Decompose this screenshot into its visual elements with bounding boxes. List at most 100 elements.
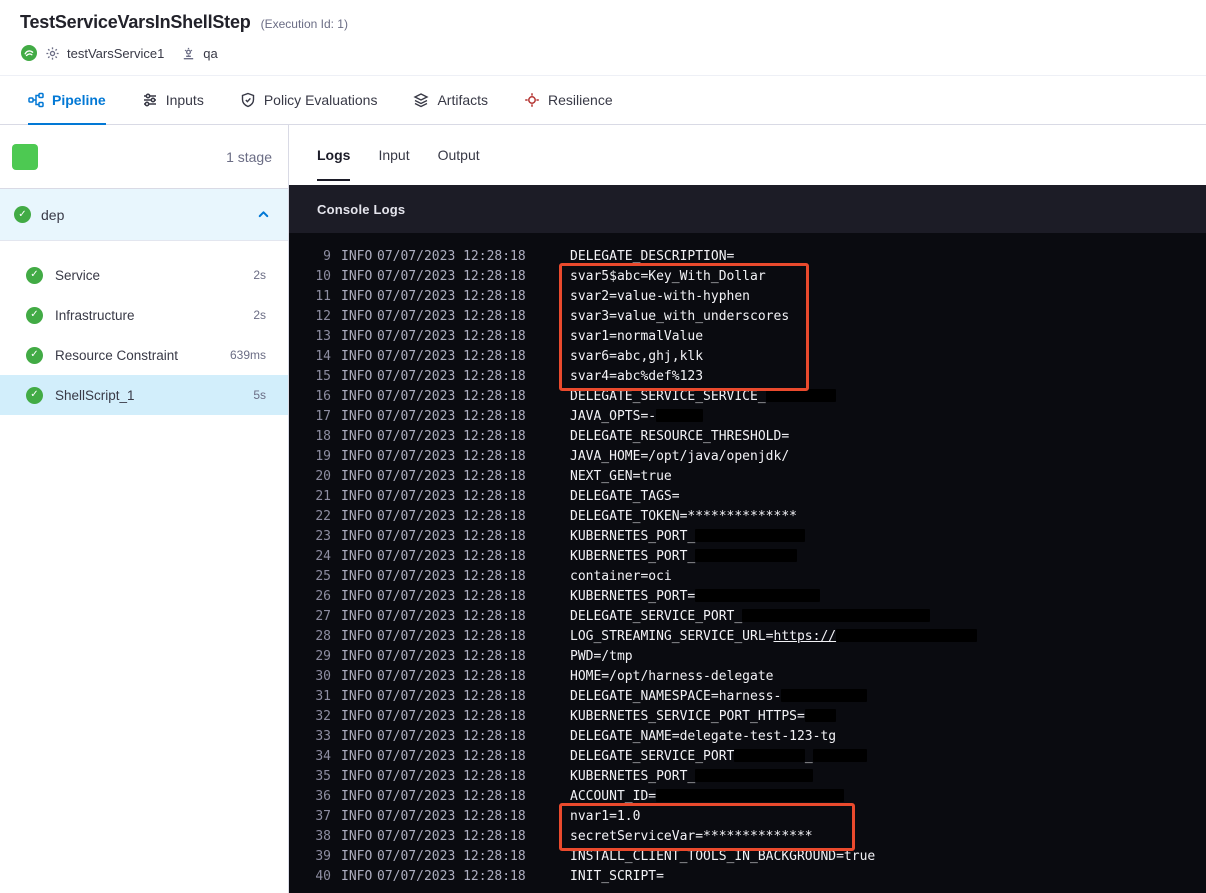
log-timestamp: 07/07/2023 12:28:18: [377, 749, 526, 764]
chevron-up-icon[interactable]: [257, 208, 270, 221]
environment-name[interactable]: qa: [203, 46, 217, 61]
line-number: 15: [315, 369, 331, 384]
log-level: INFO: [341, 269, 373, 284]
log-level: INFO: [341, 829, 373, 844]
log-level: INFO: [341, 549, 373, 564]
console: Console Logs 9 INFO 07/07/2023 12:28:18 DEL…: [289, 185, 1206, 893]
log-timestamp: 07/07/2023 12:28:18: [377, 409, 526, 424]
log-message: DELEGATE_SERVICE_PORT_: [570, 607, 931, 627]
console-log-body[interactable]: 9 INFO 07/07/2023 12:28:18 DELEGATE_DESCRIP…: [289, 233, 1206, 893]
log-line-39: 39 INFO 07/07/2023 12:28:18 INSTALL_CLIENT_…: [309, 847, 1206, 867]
log-message: PWD=/tmp: [570, 649, 633, 664]
line-number: 24: [315, 549, 331, 564]
log-message: KUBERNETES_PORT_: [570, 767, 813, 787]
stage-group-name: dep: [41, 206, 65, 223]
log-line-35: 35 INFO 07/07/2023 12:28:18 KUBERNETES_PORT…: [309, 767, 1206, 787]
log-line-32: 32 INFO 07/07/2023 12:28:18 KUBERNETES_SERV…: [309, 707, 1206, 727]
tab-policy-evaluations[interactable]: Policy Evaluations: [240, 76, 377, 124]
execution-nav-tabs: Pipeline Inputs Policy Evaluations Artif…: [0, 76, 1206, 125]
log-line-25: 25 INFO 07/07/2023 12:28:18 container=oci: [309, 567, 1206, 587]
log-timestamp: 07/07/2023 12:28:18: [377, 589, 526, 604]
sliders-icon: [142, 92, 158, 108]
tab-pipeline-label: Pipeline: [52, 92, 106, 108]
log-timestamp: 07/07/2023 12:28:18: [377, 509, 526, 524]
log-message: secretServiceVar=**************: [570, 829, 813, 844]
layers-icon: [413, 92, 430, 108]
log-level: INFO: [341, 309, 373, 324]
tab-resilience[interactable]: Resilience: [524, 76, 613, 124]
redacted-text: [656, 409, 704, 422]
line-number: 18: [315, 429, 331, 444]
log-link[interactable]: https://: [774, 629, 837, 644]
line-number: 11: [315, 289, 331, 304]
execution-id: (Execution Id: 1): [260, 17, 348, 31]
tab-artifacts[interactable]: Artifacts: [413, 76, 488, 124]
log-line-18: 18 INFO 07/07/2023 12:28:18 DELEGATE_RESOUR…: [309, 427, 1206, 447]
log-timestamp: 07/07/2023 12:28:18: [377, 249, 526, 264]
line-number: 16: [315, 389, 331, 404]
service-name[interactable]: testVarsService1: [67, 46, 164, 61]
log-level: INFO: [341, 749, 373, 764]
tab-pipeline[interactable]: Pipeline: [28, 76, 106, 125]
log-level: INFO: [341, 669, 373, 684]
redacted-text: [812, 749, 868, 762]
log-line-33: 33 INFO 07/07/2023 12:28:18 DELEGATE_NAME=d…: [309, 727, 1206, 747]
step-infrastructure[interactable]: ✓ Infrastructure 2s: [0, 295, 288, 335]
log-timestamp: 07/07/2023 12:28:18: [377, 869, 526, 884]
log-message: HOME=/opt/harness-delegate: [570, 669, 774, 684]
tab-inputs[interactable]: Inputs: [142, 76, 204, 124]
line-number: 29: [315, 649, 331, 664]
redacted-text: [742, 609, 931, 622]
log-message: svar1=normalValue: [570, 329, 704, 344]
log-line-30: 30 INFO 07/07/2023 12:28:18 HOME=/opt/harne…: [309, 667, 1206, 687]
stage-status-square[interactable]: [12, 143, 38, 170]
step-service[interactable]: ✓ Service 2s: [0, 255, 288, 295]
stage-count-label: 1 stage: [226, 148, 272, 165]
log-timestamp: 07/07/2023 12:28:18: [377, 669, 526, 684]
line-number: 23: [315, 529, 331, 544]
page-title: TestServiceVarsInShellStep: [20, 12, 251, 32]
log-tab-input[interactable]: Input: [378, 125, 409, 185]
stage-group-dep[interactable]: ✓ dep: [0, 189, 288, 241]
step-detail-tabs: Logs Input Output: [289, 125, 1206, 185]
log-message: INSTALL_CLIENT_TOOLS_IN_BACKGROUND=true: [570, 849, 876, 864]
log-timestamp: 07/07/2023 12:28:18: [377, 829, 526, 844]
log-tab-output[interactable]: Output: [438, 125, 480, 185]
log-timestamp: 07/07/2023 12:28:18: [377, 809, 526, 824]
redacted-text: [695, 589, 821, 602]
log-message: svar4=abc%def%123: [570, 369, 704, 384]
log-timestamp: 07/07/2023 12:28:18: [377, 369, 526, 384]
log-level: INFO: [341, 629, 373, 644]
redacted-text: [695, 769, 813, 782]
line-number: 34: [315, 749, 331, 764]
log-level: INFO: [341, 529, 373, 544]
log-level: INFO: [341, 849, 373, 864]
execution-sidebar: 1 stage ✓ dep ✓ Service 2s ✓ Infrastructure 2…: [0, 125, 289, 893]
step-resource-constraint[interactable]: ✓ Resource Constraint 639ms: [0, 335, 288, 375]
log-message: DELEGATE_SERVICE_PORT_: [570, 747, 868, 767]
step-duration: 2s: [253, 308, 266, 322]
page-header: TestServiceVarsInShellStep (Execution Id…: [0, 0, 1206, 76]
line-number: 40: [315, 869, 331, 884]
log-level: INFO: [341, 489, 373, 504]
log-message: KUBERNETES_PORT=: [570, 587, 821, 607]
log-message: DELEGATE_SERVICE_SERVICE_: [570, 387, 837, 407]
log-line-24: 24 INFO 07/07/2023 12:28:18 KUBERNETES_PORT…: [309, 547, 1206, 567]
line-number: 12: [315, 309, 331, 324]
line-number: 22: [315, 509, 331, 524]
step-details-panel: Logs Input Output Console Logs 9 INFO 07/07/…: [289, 125, 1206, 893]
redacted-text: [695, 529, 805, 542]
success-check-icon: ✓: [26, 386, 43, 404]
log-line-22: 22 INFO 07/07/2023 12:28:18 DELEGATE_TOKEN=…: [309, 507, 1206, 527]
log-line-20: 20 INFO 07/07/2023 12:28:18 NEXT_GEN=true: [309, 467, 1206, 487]
log-tab-logs[interactable]: Logs: [317, 125, 351, 185]
pipeline-icon: [28, 92, 44, 108]
log-level: INFO: [341, 249, 373, 264]
log-level: INFO: [341, 649, 373, 664]
line-number: 31: [315, 689, 331, 704]
log-level: INFO: [341, 389, 373, 404]
log-timestamp: 07/07/2023 12:28:18: [377, 449, 526, 464]
step-shellscript-1[interactable]: ✓ ShellScript_1 5s: [0, 375, 288, 415]
log-level: INFO: [341, 329, 373, 344]
step-name: Infrastructure: [55, 307, 135, 323]
